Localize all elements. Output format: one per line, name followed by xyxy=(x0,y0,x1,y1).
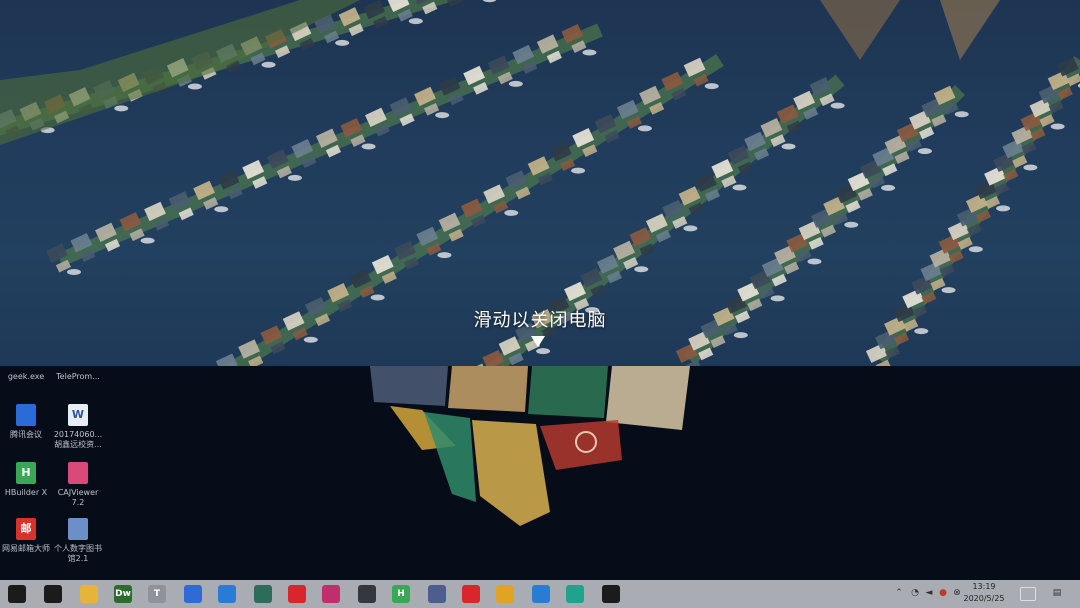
virtualbox-icon[interactable] xyxy=(428,585,446,603)
slide-to-shutdown-message: 滑动以关闭电脑 xyxy=(473,310,607,331)
desktop-icon-label: 网易邮箱大师 xyxy=(2,544,50,553)
hbuilder-taskbar-icon[interactable]: H xyxy=(392,585,410,603)
qq-penguin-icon[interactable] xyxy=(602,585,620,603)
desktop-icon[interactable]: geek.exe xyxy=(0,372,52,382)
file-explorer-icon[interactable] xyxy=(80,585,98,603)
slide-to-shutdown-panel[interactable]: 滑动以关闭电脑 xyxy=(0,0,1080,366)
desktop-icon-label: geek.exe xyxy=(7,372,45,381)
feishu-icon[interactable] xyxy=(184,585,202,603)
antivirus-icon[interactable]: ● xyxy=(938,588,948,598)
digital-library-icon xyxy=(68,518,88,540)
desktop-icon-label: CAJViewer 7.2 xyxy=(57,488,99,507)
desktop-icon-label: 20174060...胡鑫远校资... xyxy=(53,430,103,449)
system-clock[interactable]: 13:19 2020/5/25 xyxy=(958,581,1010,605)
desktop-icon-label: TeleProm... xyxy=(56,372,100,381)
desktop-icon[interactable]: H HBuilder X xyxy=(0,462,52,498)
start-windows-icon[interactable] xyxy=(8,585,26,603)
media-player-icon[interactable] xyxy=(358,585,376,603)
vscode-icon[interactable] xyxy=(218,585,236,603)
desktop-icon[interactable]: 个人数字图书馆2.1 xyxy=(52,518,104,564)
typora-icon[interactable]: T xyxy=(148,585,166,603)
taskbar-app-glyph: Dw xyxy=(115,589,131,599)
taskbar-app-glyph: T xyxy=(153,589,161,599)
chrome-icon[interactable] xyxy=(496,585,514,603)
tencent-meeting-icon xyxy=(16,404,36,426)
clock-date: 2020/5/25 xyxy=(963,594,1005,603)
desktop: geek.exe TeleProm... 腾讯会议 W 20174060...胡鑫远校资… xyxy=(0,366,1080,580)
task-view-icon[interactable] xyxy=(44,585,62,603)
terminal-app-icon[interactable] xyxy=(254,585,272,603)
desktop-icon[interactable]: W 20174060...胡鑫远校资... xyxy=(52,404,104,450)
volume-icon[interactable]: ◄ xyxy=(924,588,934,598)
dreamweaver-icon[interactable]: Dw xyxy=(114,585,132,603)
desktop-icon-label: 个人数字图书馆2.1 xyxy=(54,544,102,563)
taskbar-app-glyph: H xyxy=(397,589,405,599)
desktop-icon[interactable]: 邮网易邮箱大师 xyxy=(0,518,52,554)
cajviewer-icon xyxy=(68,462,88,484)
desktop-icon-label: HBuilder X xyxy=(4,488,48,497)
desktop-icon[interactable]: TeleProm... xyxy=(52,372,104,382)
netease-music-icon[interactable] xyxy=(288,585,306,603)
clock-time: 13:19 xyxy=(972,582,996,591)
taskbar: Dw T H ⌃ ◔ ◄ ● ⊗ 13:19 2020/5/25 ▤ xyxy=(0,580,1080,608)
network-icon[interactable]: ◔ xyxy=(910,588,920,598)
jetbrains-icon[interactable] xyxy=(322,585,340,603)
edge-beta-icon[interactable] xyxy=(566,585,584,603)
notification-center-icon[interactable]: ▤ xyxy=(1052,588,1062,598)
desktop-icon-label: 腾讯会议 xyxy=(10,430,42,439)
input-method-icon[interactable] xyxy=(1020,587,1036,601)
chevron-up-icon[interactable]: ⌃ xyxy=(894,588,904,598)
down-arrow-icon xyxy=(531,336,545,347)
word-document-icon: W xyxy=(68,404,88,426)
desktop-icon[interactable]: 腾讯会议 xyxy=(0,404,52,440)
xmind-icon[interactable] xyxy=(462,585,480,603)
edge-icon[interactable] xyxy=(532,585,550,603)
netease-mail-icon: 邮 xyxy=(16,518,36,540)
desktop-wallpaper-art xyxy=(370,366,690,526)
desktop-icon[interactable]: CAJViewer 7.2 xyxy=(52,462,104,508)
hbuilder-icon: H xyxy=(16,462,36,484)
